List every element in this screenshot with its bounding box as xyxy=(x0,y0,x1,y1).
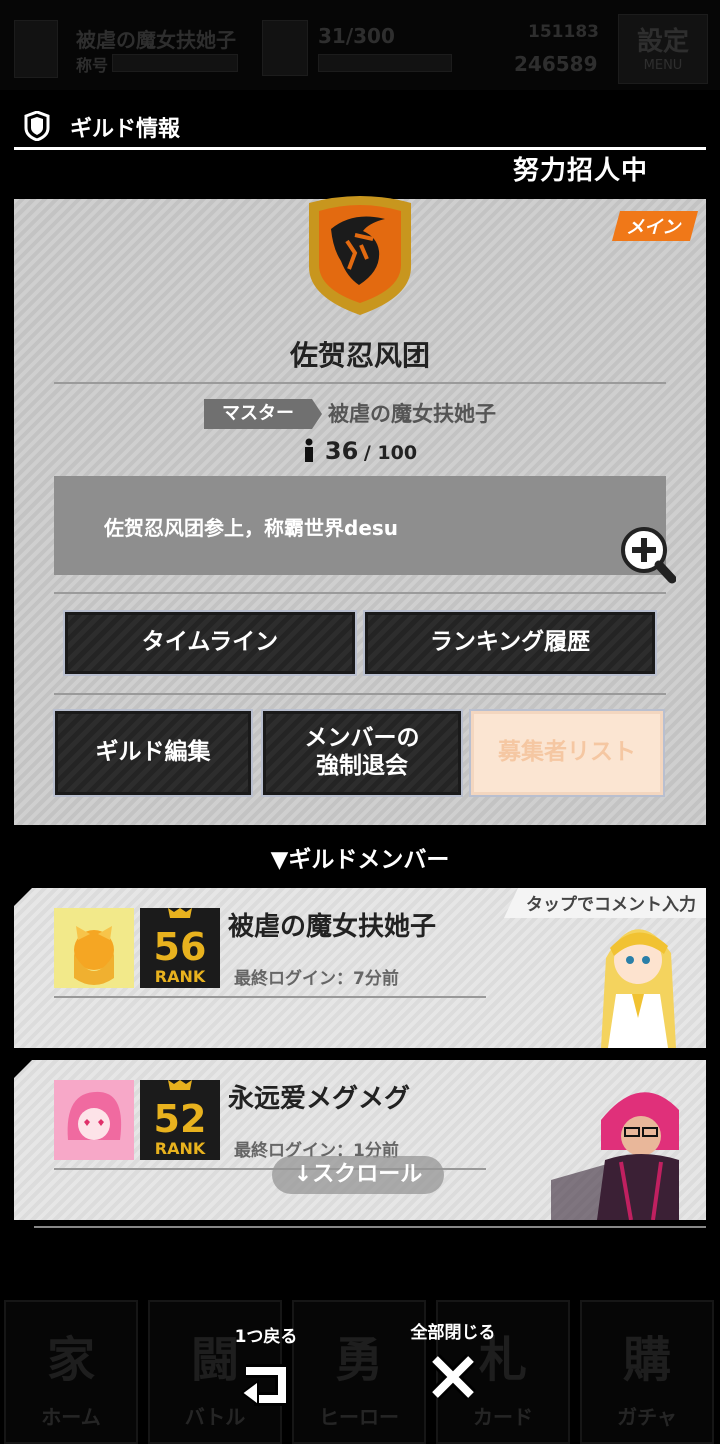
force-leave-label-2: 強制退会 xyxy=(316,753,408,779)
close-all-button[interactable]: 全部閉じる xyxy=(398,1318,508,1403)
main-guild-tag: メイン xyxy=(611,211,699,241)
close-x-icon xyxy=(430,1354,476,1400)
top-status-bar: 被虐の魔女扶她子 称号 31/300 151183 246589 設定 MENU xyxy=(0,0,720,90)
guild-name: 佐贺忍风团 xyxy=(289,339,430,372)
zoom-in-icon[interactable] xyxy=(620,526,676,584)
member-name: 被虐の魔女扶她子 xyxy=(228,912,437,942)
member-name: 永远爱メグメグ xyxy=(228,1084,411,1114)
member-card[interactable]: 52 RANK 永远爱メグメグ 最終ログイン：1分前 xyxy=(14,1060,706,1220)
stamina-icon xyxy=(262,20,308,76)
player-name: 被虐の魔女扶她子 xyxy=(76,28,236,52)
back-button-label: 1つ戻る xyxy=(234,1327,298,1347)
member-avatar xyxy=(54,908,134,988)
divider xyxy=(54,996,486,998)
currency-2: 246589 xyxy=(514,52,598,76)
guild-edit-button[interactable]: ギルド編集 xyxy=(58,714,248,792)
menu-button[interactable]: 設定 MENU xyxy=(618,14,708,84)
page-title: ギルド情報 xyxy=(70,117,181,142)
timeline-button[interactable]: タイムライン xyxy=(68,615,352,671)
guild-description: 佐贺忍风团参上，称霸世界desu xyxy=(104,516,399,540)
nav-home-icon: 家 xyxy=(46,1332,95,1388)
nav-gacha-icon: 購 xyxy=(622,1332,671,1388)
divider xyxy=(54,592,666,594)
rank-badge: 52 RANK xyxy=(140,1080,220,1160)
guild-members-heading: ▼ギルドメンバー xyxy=(270,847,450,873)
guild-info-header: ギルド情報 xyxy=(14,105,706,150)
character-portrait xyxy=(601,929,676,1048)
menu-button-label: 設定 xyxy=(636,27,689,57)
master-name: 被虐の魔女扶她子 xyxy=(328,402,496,426)
nav-tab-gacha[interactable]: 購 ガチャ xyxy=(580,1300,714,1444)
member-count-value: 36 xyxy=(324,437,359,465)
member-avatar xyxy=(54,1080,134,1160)
rank-label: RANK xyxy=(155,967,206,986)
guild-description-box: 佐贺忍风团参上，称霸世界desu xyxy=(54,476,666,575)
force-leave-button[interactable]: メンバーの 強制退会 xyxy=(266,714,458,792)
member-count-max: / 100 xyxy=(363,442,418,464)
person-icon xyxy=(304,438,313,462)
rank-number: 52 xyxy=(154,1097,207,1141)
character-portrait xyxy=(551,1092,679,1220)
nav-gacha-label: ガチャ xyxy=(617,1405,677,1429)
force-leave-label-1: メンバーの xyxy=(304,725,420,752)
nav-home-label: ホーム xyxy=(41,1405,101,1429)
nav-card-label: カード xyxy=(473,1405,533,1429)
shield-icon xyxy=(24,111,50,141)
close-all-button-label: 全部閉じる xyxy=(410,1323,496,1343)
player-title-label: 称号 xyxy=(76,56,109,75)
stamina-value: 31/300 xyxy=(318,24,395,48)
guild-emblem-icon xyxy=(309,196,411,315)
divider xyxy=(54,693,666,695)
divider xyxy=(34,1226,706,1228)
bottom-navigation: 家 ホーム 闘 バトル 勇 ヒーロー 札 カード 購 ガチャ xyxy=(0,1300,720,1444)
recruit-status: 努力招人中 xyxy=(512,156,648,186)
stamina-bar xyxy=(318,54,452,72)
member-last-login: 最終ログイン：7分前 xyxy=(234,969,399,989)
menu-button-sublabel: MENU xyxy=(643,58,683,73)
master-label-arrow xyxy=(312,399,322,429)
master-label: マスター xyxy=(204,399,312,429)
exp-bar xyxy=(112,54,238,72)
member-count: 36 / 100 xyxy=(14,437,706,465)
currency-1: 151183 xyxy=(528,22,599,42)
rank-badge: 56 RANK xyxy=(140,908,220,988)
divider xyxy=(54,382,666,384)
rank-number: 56 xyxy=(154,925,207,969)
back-button[interactable]: 1つ戻る xyxy=(216,1322,316,1407)
rank-label: RANK xyxy=(155,1139,206,1158)
return-arrow-icon xyxy=(240,1364,289,1407)
applicants-list-button[interactable]: 募集者リスト xyxy=(474,714,660,792)
scroll-hint: ↓スクロール xyxy=(272,1156,444,1194)
ranking-history-button[interactable]: ランキング履歴 xyxy=(368,615,652,671)
player-avatar xyxy=(14,20,58,78)
nav-tab-home[interactable]: 家 ホーム xyxy=(4,1300,138,1444)
member-card[interactable]: タップでコメント入力 56 RANK 被虐の魔女扶她子 最終ログイン：7分前 xyxy=(14,888,706,1048)
guild-card: メイン 佐贺忍风团 マスター 被虐の魔女扶她子 36 / 100 佐贺忍风团参上… xyxy=(14,196,706,825)
